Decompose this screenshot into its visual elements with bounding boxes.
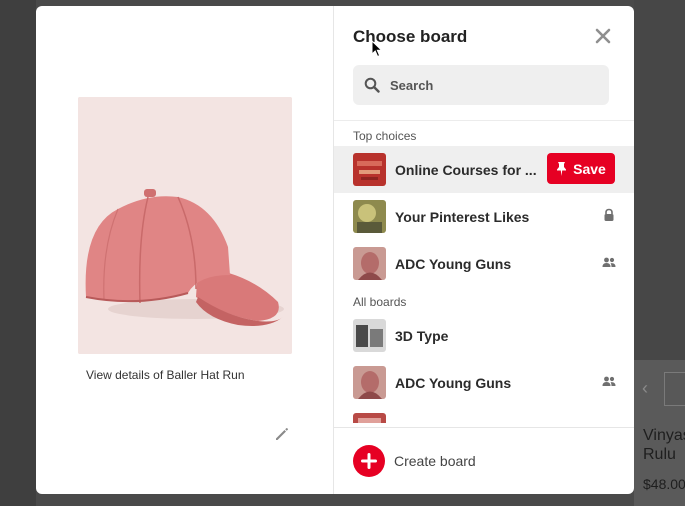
board-row-adc-young-guns[interactable]: ADC Young Guns	[334, 240, 634, 287]
background-page-left	[0, 0, 36, 506]
close-icon[interactable]	[594, 27, 612, 45]
pin-preview-pane: View details of Baller Hat Run	[36, 6, 334, 494]
background-product-price: $48.00	[643, 476, 685, 492]
pin-description[interactable]: View details of Baller Hat Run	[86, 368, 245, 382]
create-board-label: Create board	[394, 453, 476, 469]
pencil-icon[interactable]	[274, 426, 290, 442]
board-row-adc-young-guns-2[interactable]: ADC Young Guns	[334, 359, 634, 406]
board-search-input[interactable]	[390, 77, 590, 93]
divider	[334, 427, 634, 428]
create-board-button[interactable]: Create board	[353, 445, 476, 477]
background-product-name: Vinyas Rulu	[643, 427, 685, 463]
board-row-pinterest-likes[interactable]: Your Pinterest Likes	[334, 193, 634, 240]
board-name: ADC Young Guns	[395, 374, 512, 391]
board-search-field[interactable]	[353, 65, 609, 105]
plus-icon	[353, 445, 385, 477]
board-thumbnail	[353, 153, 386, 186]
pink-baseball-cap-image	[78, 97, 292, 354]
board-name: ADC Young Guns	[395, 255, 512, 272]
board-name: 3D Type	[395, 327, 449, 344]
group-icon	[602, 374, 616, 388]
save-button[interactable]: Save	[547, 153, 615, 184]
lock-icon	[602, 208, 616, 222]
save-button-label: Save	[573, 160, 606, 177]
section-header-all-boards: All boards	[353, 295, 407, 309]
save-pin-modal: View details of Baller Hat Run Choose bo…	[36, 6, 634, 494]
board-list[interactable]: Top choices Online Courses for ... Save …	[334, 121, 634, 423]
background-carousel-arrow: ‹	[642, 378, 648, 398]
board-row-3d-type[interactable]: 3D Type	[334, 312, 634, 359]
mouse-cursor-icon	[371, 40, 383, 58]
board-name: Your Pinterest Likes	[395, 208, 530, 225]
pin-icon	[557, 161, 567, 176]
board-thumbnail	[353, 413, 386, 423]
board-thumbnail	[353, 319, 386, 352]
search-icon	[364, 77, 380, 93]
board-row-online-courses[interactable]: Online Courses for ... Save	[334, 146, 634, 193]
board-picker-pane: Choose board Top choices	[334, 6, 634, 494]
board-thumbnail	[353, 247, 386, 280]
board-name: Online Courses for ...	[395, 161, 537, 178]
section-header-top-choices: Top choices	[353, 129, 417, 143]
board-row-partial[interactable]	[334, 406, 634, 423]
group-icon	[602, 255, 616, 269]
background-thumbnail	[664, 372, 685, 406]
board-thumbnail	[353, 366, 386, 399]
board-thumbnail	[353, 200, 386, 233]
